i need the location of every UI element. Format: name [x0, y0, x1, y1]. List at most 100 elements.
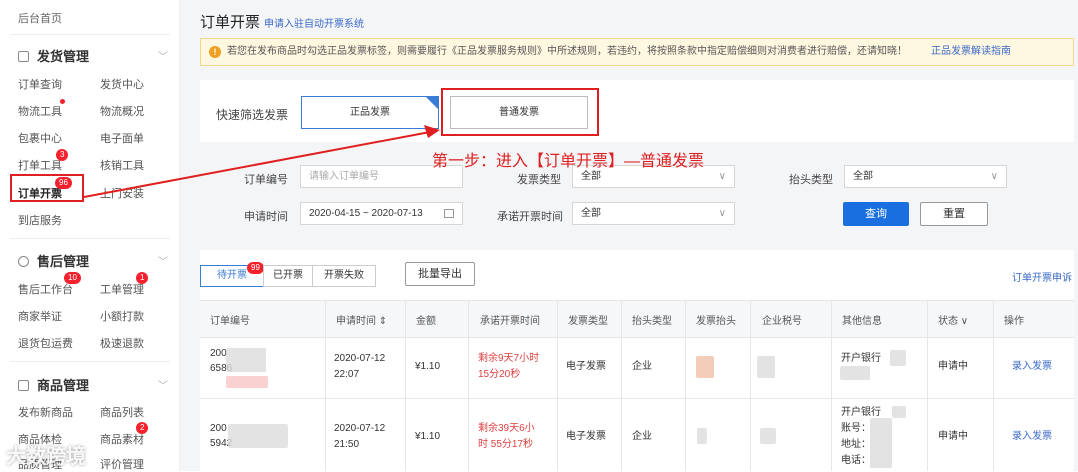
- list-icon: [18, 51, 29, 62]
- notice-bar: ! 若您在发布商品时勾选正品发票标签，则需要履行《正品发票服务规则》中所述规则，…: [200, 38, 1074, 66]
- apply-auto-invoice-link[interactable]: 申请入驻自动开票系统: [264, 15, 364, 30]
- col-divider: [685, 300, 686, 471]
- info-1a: 开户银行: [841, 353, 881, 364]
- sidebar-item-ticket[interactable]: 工单管理: [100, 281, 144, 297]
- sidebar-item-return-fee[interactable]: 退货包运费: [18, 335, 73, 351]
- redacted-block: [757, 356, 775, 378]
- box-icon: [18, 380, 29, 391]
- sidebar-item-aftersale-desk[interactable]: 售后工作台: [18, 281, 73, 297]
- sidebar-item-small-pay[interactable]: 小额打款: [100, 308, 144, 324]
- range-value: 2020-04-15 ~ 2020-07-13: [309, 208, 423, 219]
- sidebar-item-install[interactable]: 上门安装: [100, 185, 144, 201]
- warning-icon: !: [209, 46, 221, 58]
- promise-1a: 剩余9天7小时: [478, 353, 540, 364]
- sidebar-item-new-product[interactable]: 发布新商品: [18, 404, 73, 420]
- section-products[interactable]: 商品管理: [18, 375, 89, 394]
- select-value: 全部: [581, 208, 601, 219]
- enter-invoice-link-2[interactable]: 录入发票: [1012, 429, 1052, 444]
- chevron-down-icon[interactable]: ﹀: [158, 377, 168, 392]
- select-value: 全部: [853, 171, 873, 182]
- sidebar-item-verify-tool[interactable]: 核销工具: [100, 157, 144, 173]
- head-type-1: 企业: [632, 361, 652, 372]
- col-other-info: 其他信息: [842, 316, 882, 327]
- col-divider: [325, 300, 326, 471]
- batch-export-button[interactable]: 批量导出: [405, 262, 475, 286]
- apply-time-range[interactable]: 2020-04-15 ~ 2020-07-13: [300, 202, 463, 225]
- redacted-block: [870, 418, 892, 468]
- red-dot: [60, 99, 65, 104]
- sidebar-item-logistics-overview[interactable]: 物流概况: [100, 103, 144, 119]
- badge: 3: [56, 149, 69, 161]
- section-aftersale[interactable]: 售后管理: [18, 251, 89, 270]
- redacted-block: [892, 406, 906, 418]
- sidebar-item-logistics-tools[interactable]: 物流工具: [18, 103, 62, 119]
- annotation-step-text: 第一步：进入【订单开票】—普通发票: [432, 153, 705, 170]
- sidebar-item-print-tool[interactable]: 打单工具: [18, 157, 62, 173]
- highlight-box: [10, 174, 84, 202]
- head-type-2: 企业: [632, 431, 652, 442]
- col-head-type: 抬头类型: [632, 316, 672, 327]
- tab-done[interactable]: 已开票: [263, 265, 313, 287]
- sidebar-item-order-query[interactable]: 订单查询: [18, 76, 62, 92]
- promise-2a: 剩余39天6小: [478, 423, 535, 434]
- amount-1: ¥1.10: [415, 361, 441, 372]
- chevron-down-icon[interactable]: ﹀: [158, 253, 168, 268]
- col-invoice-type: 发票类型: [568, 316, 608, 327]
- promise-1b: 15分20秒: [478, 369, 521, 380]
- divider: [10, 34, 170, 35]
- watermark: 大数跨境: [6, 446, 86, 468]
- col-divider: [405, 300, 406, 471]
- sidebar-home[interactable]: 后台首页: [18, 10, 62, 26]
- col-divider: [750, 300, 751, 471]
- col-divider: [557, 300, 558, 471]
- sidebar-item-reviews[interactable]: 评价管理: [100, 456, 144, 472]
- col-divider: [468, 300, 469, 471]
- sidebar-item-waybill[interactable]: 电子面单: [100, 130, 144, 146]
- col-tax-no: 企业税号: [762, 316, 802, 327]
- badge: 2: [136, 422, 149, 434]
- head-type-label: 抬头类型: [789, 174, 833, 186]
- col-invoice-head: 发票抬头: [696, 316, 736, 327]
- badge: 1: [136, 272, 149, 284]
- amount-2: ¥1.10: [415, 431, 441, 442]
- col-apply-time[interactable]: 申请时间 ⇕: [336, 312, 387, 327]
- divider: [10, 361, 170, 362]
- sidebar-item-store-service[interactable]: 到店服务: [18, 212, 62, 228]
- order-no-label: 订单编号: [244, 174, 288, 186]
- tab-failed[interactable]: 开票失败: [312, 265, 376, 287]
- order-no-1a: 200: [210, 348, 227, 359]
- reset-button[interactable]: 重置: [920, 202, 988, 226]
- chevron-down-icon[interactable]: ﹀: [158, 48, 168, 63]
- redacted-block: [840, 366, 870, 380]
- redacted-block: [226, 376, 268, 388]
- sidebar-item-evidence[interactable]: 商家举证: [18, 308, 62, 324]
- notice-guide-link[interactable]: 正品发票解读指南: [931, 39, 1011, 65]
- sidebar-item-fast-refund[interactable]: 极速退款: [100, 335, 144, 351]
- invoice-type-2: 电子发票: [566, 431, 606, 442]
- redacted-block: [226, 348, 266, 372]
- sidebar-item-product-list[interactable]: 商品列表: [100, 404, 144, 420]
- enter-invoice-link-1[interactable]: 录入发票: [1012, 359, 1052, 374]
- promise-time-select[interactable]: 全部 ∨: [572, 202, 735, 225]
- apply-time-2: 21:50: [334, 439, 360, 450]
- page-title: 订单开票: [200, 14, 261, 31]
- invoice-type-1: 电子发票: [566, 361, 606, 372]
- query-button[interactable]: 查询: [843, 202, 909, 226]
- redacted-block: [697, 428, 707, 444]
- info-2b: 账号：: [841, 423, 871, 434]
- sidebar-item-product-material[interactable]: 商品素材: [100, 431, 144, 447]
- sidebar-item-ship-center[interactable]: 发货中心: [100, 76, 144, 92]
- redacted-block: [228, 424, 288, 448]
- genuine-invoice-option[interactable]: 正品发票 ✓: [301, 96, 439, 129]
- select-value: 全部: [581, 171, 601, 182]
- complaint-link[interactable]: 订单开票申诉: [1012, 269, 1072, 284]
- col-status[interactable]: 状态 ∨: [938, 312, 968, 327]
- shield-icon: [18, 256, 29, 267]
- promise-2b: 时 55分17秒: [478, 439, 534, 450]
- row-divider: [200, 398, 1074, 399]
- sidebar-item-parcel-center[interactable]: 包裹中心: [18, 130, 62, 146]
- apply-time-label: 申请时间: [244, 211, 288, 223]
- section-shipping[interactable]: 发货管理: [18, 46, 89, 65]
- head-type-select[interactable]: 全部 ∨: [844, 165, 1007, 188]
- apply-date-1: 2020-07-12: [334, 353, 386, 364]
